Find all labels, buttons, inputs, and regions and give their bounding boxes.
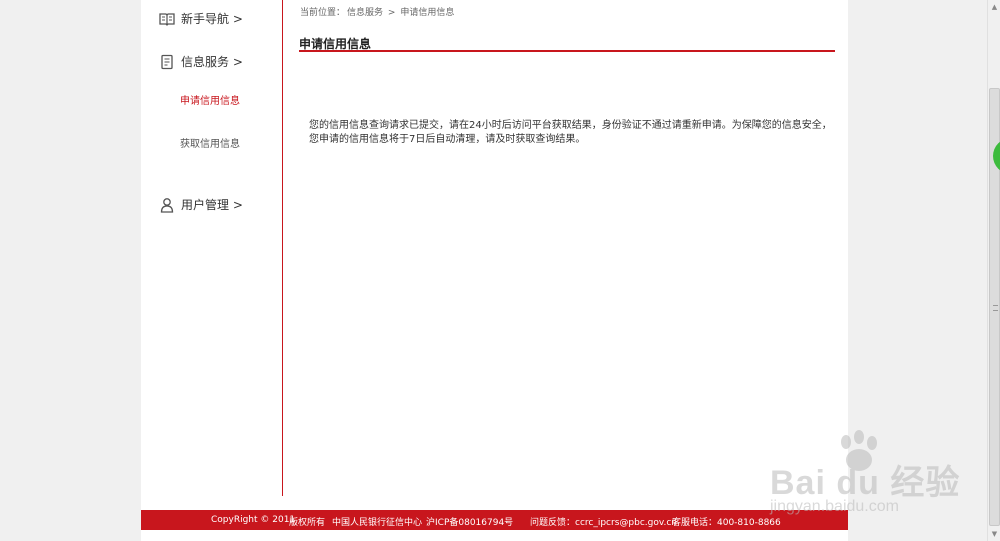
sidebar-item-label: 信息服务 > bbox=[181, 55, 243, 69]
watermark-url: jingyan.baidu.com bbox=[770, 498, 899, 515]
main-content: 当前位置： 信息服务 > 申请信用信息 申请信用信息 您的信用信息查询请求已提交，… bbox=[299, 0, 835, 496]
book-icon bbox=[159, 11, 175, 27]
breadcrumb-info-service[interactable]: 信息服务 bbox=[347, 8, 383, 18]
document-icon bbox=[159, 54, 175, 70]
sidebar-item-info-service[interactable]: 信息服务 > bbox=[159, 53, 243, 70]
sidebar-subitem-apply-credit[interactable]: 申请信用信息 bbox=[180, 92, 240, 107]
baidu-watermark: Bai du 经验 jingyan.baidu.com bbox=[760, 430, 960, 525]
scroll-grip-icon bbox=[993, 305, 998, 311]
submission-message: 您的信用信息查询请求已提交，请在24小时后访问平台获取结果，身份验证不通过请重新… bbox=[309, 120, 832, 145]
vertical-scrollbar[interactable]: ▲ ▼ bbox=[987, 0, 1000, 541]
footer-org: 中国人民银行征信中心 bbox=[332, 518, 423, 528]
footer-feedback[interactable]: 问题反馈：ccrc_ipcrs@pbc.gov.cn bbox=[530, 515, 677, 528]
scroll-up-arrow-icon[interactable]: ▲ bbox=[988, 0, 1000, 14]
footer-rights: 版权所有 bbox=[289, 518, 326, 528]
sidebar-item-guide[interactable]: 新手导航 > bbox=[159, 10, 243, 27]
footer: CopyRight © 2011 版权所有 中国人民银行征信中心 沪ICP备08… bbox=[141, 510, 848, 530]
footer-icp[interactable]: 沪ICP备08016794号 bbox=[426, 515, 513, 528]
sidebar-item-label: 新手导航 > bbox=[181, 12, 243, 26]
watermark-brand: Bai du 经验 bbox=[770, 464, 961, 502]
footer-copyright: CopyRight © 2011 bbox=[211, 515, 296, 525]
page-container: 新手导航 > 信息服务 > 申请信用信息 获取信用信息 用户管理 > 当前位置：… bbox=[141, 0, 848, 541]
breadcrumb-current: 申请信用信息 bbox=[400, 8, 455, 18]
sidebar: 新手导航 > 信息服务 > 申请信用信息 获取信用信息 用户管理 > bbox=[141, 0, 283, 496]
breadcrumb: 当前位置： 信息服务 > 申请信用信息 bbox=[300, 5, 456, 18]
user-icon bbox=[159, 197, 175, 213]
sidebar-item-user-management[interactable]: 用户管理 > bbox=[159, 196, 243, 213]
title-divider bbox=[299, 50, 835, 52]
breadcrumb-separator: > bbox=[387, 8, 396, 18]
breadcrumb-prefix: 当前位置： bbox=[300, 8, 346, 18]
scroll-down-arrow-icon[interactable]: ▼ bbox=[988, 527, 1000, 541]
sidebar-subitem-get-credit[interactable]: 获取信用信息 bbox=[180, 135, 240, 150]
sidebar-item-label: 用户管理 > bbox=[181, 198, 243, 212]
